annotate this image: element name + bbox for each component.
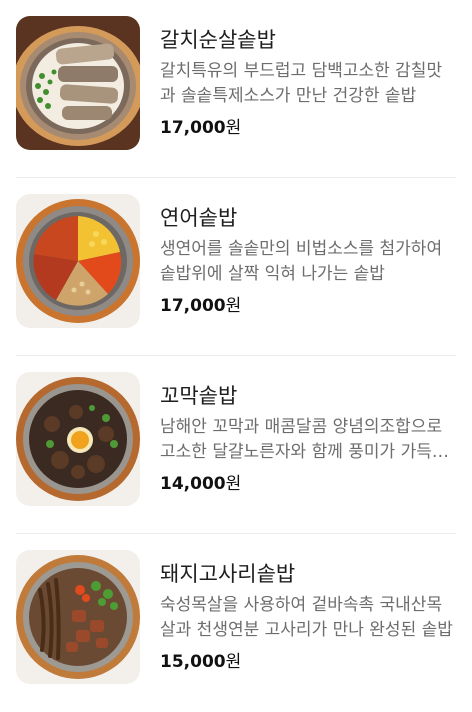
menu-item-name: 연어솥밥: [160, 206, 238, 230]
menu-item[interactable]: 갈치순살솥밥 갈치특유의 부드럽고 담백고소한 감칠맛과 솔솥특제소스가 만난 …: [0, 0, 472, 178]
menu-item[interactable]: 돼지고사리솥밥 숙성목살을 사용하여 겉바속촉 국내산목살과 천생연분 고사리가…: [0, 534, 472, 712]
price-value: 14,000: [160, 474, 226, 494]
price-currency: 원: [225, 652, 242, 672]
price-currency: 원: [225, 296, 242, 316]
menu-item-description: 생연어를 솔솥만의 비법소스를 첨가하여 솥밥위에 살짝 익혀 나가는 솥밥: [160, 239, 443, 284]
menu-item-info: 꼬막솥밥 남해안 꼬막과 매콤달콤 양념의조합으로 고소한 달걀노른자와 함께 …: [160, 382, 456, 495]
menu-item-price: 17,000원: [160, 295, 456, 317]
menu-item-description: 숙성목살을 사용하여 겉바속촉 국내산목살과 천생연분 고사리가 만나 완성된 …: [160, 595, 453, 640]
price-value: 17,000: [160, 118, 226, 138]
menu-item[interactable]: 꼬막솥밥 남해안 꼬막과 매콤달콤 양념의조합으로 고소한 달걀노른자와 함께 …: [0, 356, 472, 534]
menu-item-name: 갈치순살솥밥: [160, 28, 276, 52]
menu-item[interactable]: 연어솥밥 생연어를 솔솥만의 비법소스를 첨가하여 솥밥위에 살짝 익혀 나가는…: [0, 178, 472, 356]
menu-item-info: 갈치순살솥밥 갈치특유의 부드럽고 담백고소한 감칠맛과 솔솥특제소스가 만난 …: [160, 26, 456, 139]
menu-item-photo[interactable]: [16, 550, 140, 684]
menu-list: 갈치순살솥밥 갈치특유의 부드럽고 담백고소한 감칠맛과 솔솥특제소스가 만난 …: [0, 0, 472, 692]
menu-item-photo[interactable]: [16, 16, 140, 150]
menu-item-info: 돼지고사리솥밥 숙성목살을 사용하여 겉바속촉 국내산목살과 천생연분 고사리가…: [160, 560, 456, 673]
price-currency: 원: [225, 118, 242, 138]
menu-item-info: 연어솥밥 생연어를 솔솥만의 비법소스를 첨가하여 솥밥위에 살짝 익혀 나가는…: [160, 204, 456, 317]
menu-item-name: 꼬막솥밥: [160, 384, 238, 408]
menu-item-price: 15,000원: [160, 651, 456, 673]
menu-item-price: 17,000원: [160, 117, 456, 139]
menu-item-description: 갈치특유의 부드럽고 담백고소한 감칠맛과 솔솥특제소스가 만난 건강한 솥밥: [160, 61, 443, 106]
menu-item-photo[interactable]: [16, 194, 140, 328]
price-currency: 원: [225, 474, 242, 494]
menu-item-name: 돼지고사리솥밥: [160, 562, 296, 586]
price-value: 17,000: [160, 296, 226, 316]
menu-item-photo[interactable]: [16, 372, 140, 506]
price-value: 15,000: [160, 652, 226, 672]
menu-item-description: 남해안 꼬막과 매콤달콤 양념의조합으로 고소한 달걀노른자와 함께 풍미가 가…: [160, 417, 448, 462]
menu-item-price: 14,000원: [160, 473, 456, 495]
